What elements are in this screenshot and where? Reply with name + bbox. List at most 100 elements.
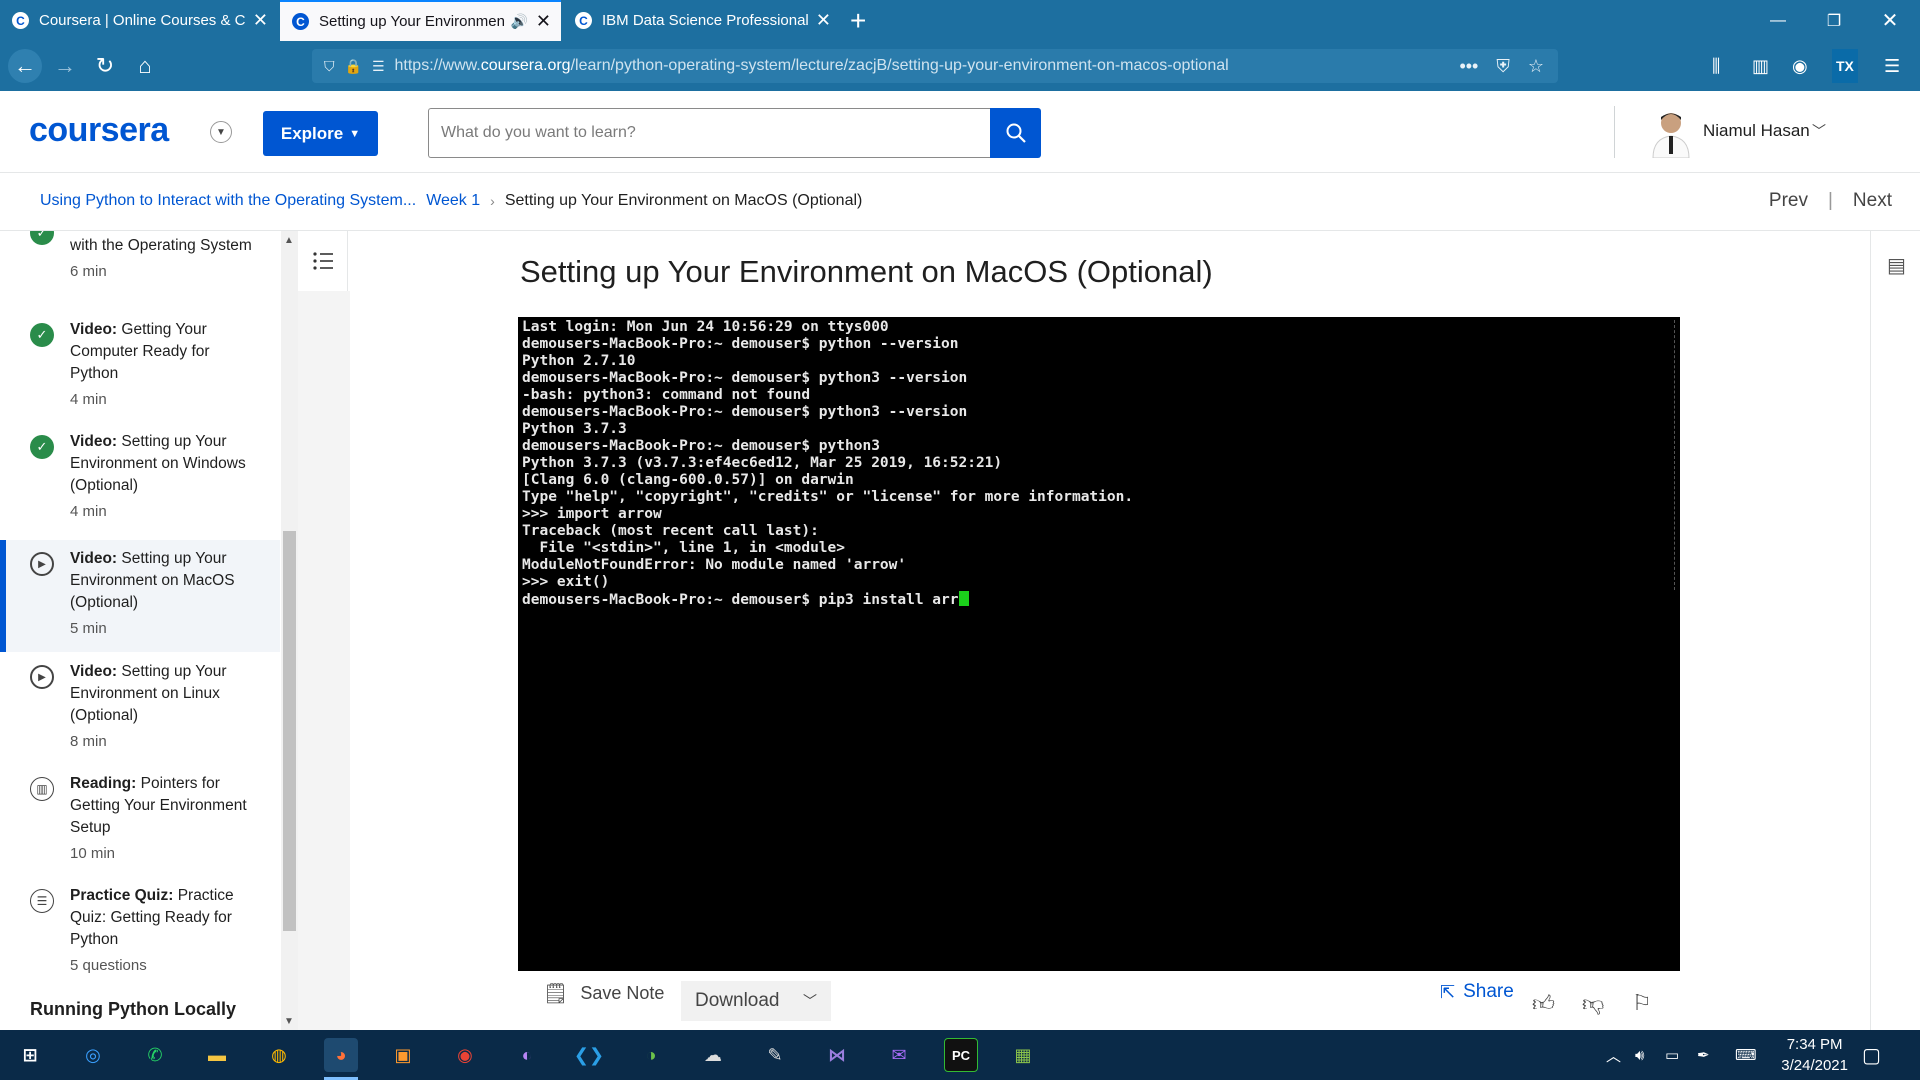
home-icon[interactable]: ⌂ (128, 49, 162, 83)
scroll-up-icon[interactable]: ▲ (284, 235, 294, 246)
sidebar-scrollbar[interactable]: ▲ ▼ (281, 231, 298, 1031)
new-tab-icon[interactable]: + (850, 5, 866, 37)
play-icon: ▶ (30, 665, 54, 689)
bookmark-star-icon[interactable]: ☆ (1528, 56, 1544, 77)
browser-tab-coursera-home[interactable]: C Coursera | Online Courses & Cr ✕ (0, 0, 278, 41)
extension-tx-icon[interactable]: TX (1832, 49, 1858, 83)
thumbs-up-icon[interactable]: 👍︎ (1532, 990, 1555, 1017)
share-button[interactable]: ⇱ Share (1440, 981, 1514, 1003)
close-tab-icon[interactable]: ✕ (253, 10, 268, 31)
notes-icon[interactable]: ▤ (1887, 253, 1906, 278)
account-icon[interactable]: ◉ (1792, 49, 1808, 83)
github-icon[interactable]: ◐ (510, 1038, 544, 1072)
volume-icon[interactable]: 🔊︎ (1635, 1030, 1644, 1080)
video-player[interactable]: Last login: Mon Jun 24 10:56:29 on ttys0… (518, 317, 1680, 971)
minimize-icon[interactable]: — (1750, 0, 1806, 41)
network-icon[interactable]: ▭ (1665, 1030, 1679, 1080)
next-link[interactable]: Next (1853, 190, 1892, 212)
globe-app-icon[interactable]: ◑ (634, 1038, 668, 1072)
scroll-down-icon[interactable]: ▼ (284, 1016, 294, 1027)
play-icon: ▶ (30, 552, 54, 576)
pen-icon[interactable]: ✒ (1697, 1030, 1710, 1080)
close-window-icon[interactable]: ✕ (1862, 0, 1918, 41)
save-note-button[interactable]: 🗒 Save Note (543, 981, 664, 1006)
notifications-icon[interactable]: ▢ (1862, 1030, 1881, 1080)
sidebar-item-type: Video: (70, 433, 118, 450)
back-arrow-icon[interactable]: ← (8, 49, 42, 83)
chrome-icon[interactable]: ◉ (448, 1038, 482, 1072)
restore-icon[interactable]: ❐ (1806, 0, 1862, 41)
terminal-line: demousers-MacBook-Pro:~ demouser$ python… (522, 438, 880, 454)
scrollbar-thumb[interactable] (283, 531, 296, 931)
messenger-icon[interactable]: ✉ (882, 1038, 916, 1072)
sidebar-item-duration: 10 min (70, 845, 116, 862)
explore-label: Explore (280, 123, 344, 143)
search-app-icon[interactable]: ◎ (76, 1038, 110, 1072)
pocket-icon[interactable]: ⛨ (1496, 56, 1510, 77)
user-name[interactable]: Niamul Hasan (1703, 121, 1810, 141)
more-actions-icon[interactable]: ••• (1459, 56, 1478, 77)
shield-icon[interactable]: ⛉ (324, 58, 335, 75)
sidebar-item-pointers-reading[interactable]: ▥ Reading: Pointers for Getting Your Env… (0, 771, 280, 883)
address-bar[interactable]: ⛉ 🔒 ☰ https://www.coursera.org/learn/pyt… (312, 49, 1558, 83)
sidebar-item-interact-os[interactable]: ✓ with the Operating System 6 min (0, 231, 280, 301)
windows-start-icon[interactable]: ⊞ (13, 1038, 47, 1072)
thumbs-down-icon[interactable]: 👎︎ (1582, 990, 1604, 1017)
search-button[interactable] (990, 108, 1041, 158)
speaker-icon[interactable]: 🔊 (510, 13, 527, 30)
prev-link[interactable]: Prev (1769, 190, 1808, 212)
sidebar-item-macos-setup[interactable]: ▶ Video: Setting up Your Environment on … (0, 540, 280, 652)
breadcrumb-course-link[interactable]: Using Python to Interact with the Operat… (40, 192, 416, 210)
tray-up-icon[interactable]: ︿ (1606, 1030, 1621, 1080)
chevron-down-icon[interactable]: ▼ (210, 121, 232, 143)
sidebar-item-type: Video: (70, 550, 118, 567)
browser-app-icon[interactable]: ◍ (262, 1038, 296, 1072)
share-label: Share (1463, 981, 1514, 1002)
visual-studio-icon[interactable]: ⋈ (820, 1038, 854, 1072)
flag-icon[interactable]: ⚐ (1632, 990, 1652, 1016)
terminal-cursor (958, 591, 969, 606)
permissions-icon[interactable]: ☰ (372, 58, 385, 75)
reload-icon[interactable]: ↻ (88, 49, 122, 83)
file-explorer-icon[interactable]: ▬ (200, 1038, 234, 1072)
course-sidebar: ✓ with the Operating System 6 min ✓ Video… (0, 231, 282, 1031)
search-input[interactable] (428, 108, 990, 158)
photo-app-icon[interactable]: ▣ (386, 1038, 420, 1072)
weather-app-icon[interactable]: ☁ (696, 1038, 730, 1072)
whatsapp-icon[interactable]: ✆ (138, 1038, 172, 1072)
system-clock[interactable]: 7:34 PM 3/24/2021 (1781, 1034, 1848, 1076)
browser-tab-current[interactable]: C Setting up Your Environmen 🔊 ✕ (280, 0, 561, 41)
chevron-right-icon: › (490, 193, 495, 209)
close-tab-icon[interactable]: ✕ (816, 10, 831, 31)
pycharm-icon[interactable]: PC (944, 1038, 978, 1072)
coursera-logo[interactable]: coursera (29, 111, 169, 150)
terminal-line: File "<stdin>", line 1, in <module> (522, 540, 846, 556)
breadcrumb-week-link[interactable]: Week 1 (426, 192, 480, 210)
book-icon: ▥ (30, 777, 54, 801)
vscode-icon[interactable]: ❮❯ (572, 1038, 606, 1072)
menu-icon[interactable]: ☰ (1884, 49, 1900, 83)
sidebar-item-windows-setup[interactable]: ✓ Video: Setting up Your Environment on … (0, 433, 280, 547)
terminal-command: demousers-MacBook-Pro:~ demouser$ pip3 i… (522, 592, 959, 608)
chart-app-icon[interactable]: ▦ (1006, 1038, 1040, 1072)
sidebar-item-linux-setup[interactable]: ▶ Video: Setting up Your Environment on … (0, 659, 280, 771)
sidebar-section-heading[interactable]: Running Python Locally (30, 999, 236, 1020)
firefox-icon[interactable]: ◕ (324, 1038, 358, 1080)
avatar[interactable] (1648, 108, 1694, 159)
close-tab-icon[interactable]: ✕ (536, 11, 551, 32)
sidebar-item-computer-ready[interactable]: ✓ Video: Getting Your Computer Ready for… (0, 321, 280, 435)
browser-tab-ibm[interactable]: C IBM Data Science Professional ✕ (563, 0, 841, 41)
coursera-favicon-icon: C (575, 12, 592, 29)
inkscape-icon[interactable]: ✎ (758, 1038, 792, 1072)
chevron-down-icon[interactable]: ﹀ (1812, 121, 1826, 141)
toc-toggle-button[interactable] (298, 231, 348, 291)
library-icon[interactable]: ⫼ (1712, 49, 1720, 83)
download-dropdown[interactable]: Download ﹀ (681, 981, 831, 1021)
sidebar-item-practice-quiz[interactable]: ☰ Practice Quiz: Practice Quiz: Getting … (0, 883, 280, 995)
lock-icon[interactable]: 🔒 (345, 58, 362, 75)
checkmark-icon: ✓ (30, 323, 54, 347)
keyboard-icon[interactable]: ⌨ (1735, 1030, 1757, 1080)
forward-arrow-icon[interactable]: → (48, 49, 82, 83)
sidebar-toggle-icon[interactable]: ▥ (1752, 49, 1769, 83)
explore-button[interactable]: Explore ▼ (263, 111, 378, 156)
